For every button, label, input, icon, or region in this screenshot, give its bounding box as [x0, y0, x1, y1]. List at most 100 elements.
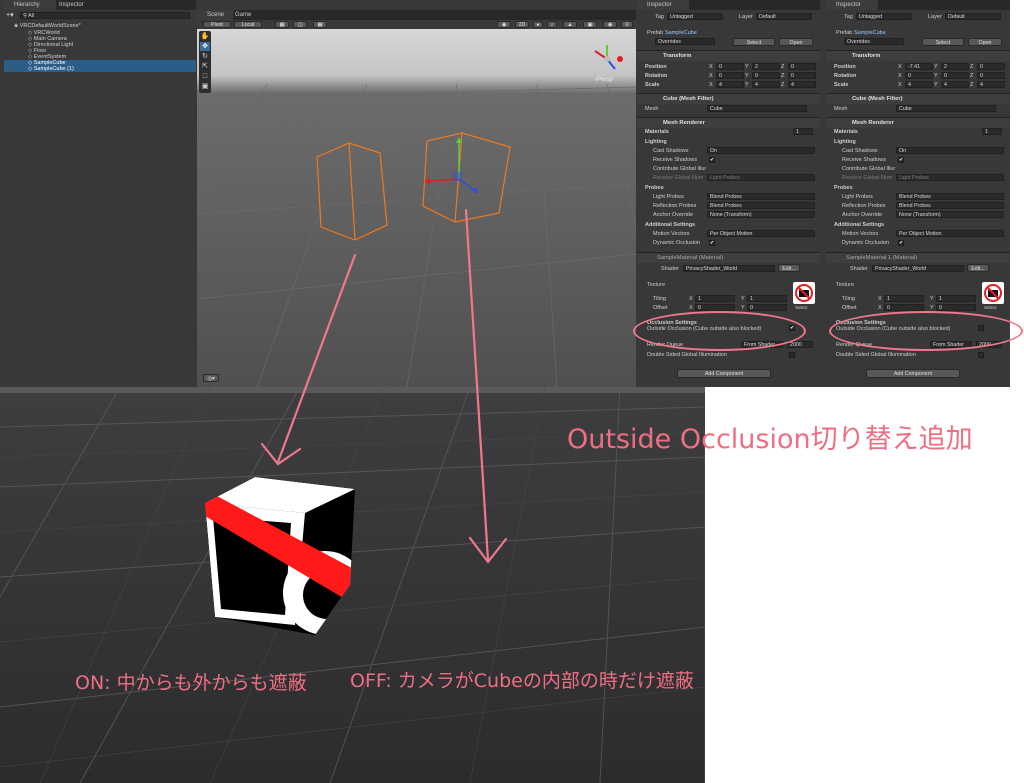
transform-header[interactable]: Transform [826, 50, 1010, 61]
overrides-dropdown[interactable]: Overrides [655, 38, 715, 45]
receive-shadows-checkbox[interactable]: ✔ [898, 157, 904, 163]
double-sided-gi-checkbox[interactable] [789, 352, 795, 358]
scale-z-field[interactable]: 4 [788, 81, 816, 88]
overrides-dropdown[interactable]: Overrides [844, 38, 904, 45]
texture-select-label[interactable]: Select [984, 305, 997, 310]
tiling-y-field[interactable]: 1 [936, 295, 976, 302]
scale-y-field[interactable]: 4 [941, 81, 969, 88]
open-button[interactable]: Open [968, 38, 1002, 46]
light-probes-dropdown[interactable]: Blend Probes [896, 193, 1004, 200]
select-button[interactable]: Select [922, 38, 964, 46]
receive-gi-dropdown[interactable]: Light Probes [707, 174, 815, 181]
scene-camera-mode-button[interactable]: ◎▾ [203, 374, 219, 382]
add-icon[interactable]: +▾ [6, 12, 16, 19]
add-component-button[interactable]: Add Component [866, 369, 960, 378]
gizmos-icon[interactable]: ◉ [603, 21, 617, 28]
open-button[interactable]: Open [779, 38, 813, 46]
prefab-value[interactable]: SampleCube [854, 30, 886, 36]
position-z-field[interactable]: 0 [788, 63, 816, 70]
position-y-field[interactable]: 2 [941, 63, 969, 70]
rotation-y-field[interactable]: 0 [941, 72, 969, 79]
mesh-renderer-header[interactable]: Mesh Renderer [826, 117, 1010, 128]
position-y-field[interactable]: 2 [752, 63, 780, 70]
layer-dropdown[interactable]: Default [945, 13, 1001, 20]
rect-tool-icon[interactable]: □ [200, 72, 210, 81]
lighting-toggle-icon[interactable]: ● [533, 21, 543, 28]
rotation-x-field[interactable]: 0 [905, 72, 933, 79]
offset-x-field[interactable]: 0 [884, 304, 924, 311]
hierarchy-item[interactable]: ◇ SampleCube (1) [4, 66, 196, 72]
grid-button[interactable]: ▦ [313, 21, 327, 28]
snap-button[interactable]: ◫ [293, 21, 307, 28]
local-dropdown[interactable]: Local [234, 21, 262, 28]
tiling-x-field[interactable]: 1 [695, 295, 735, 302]
position-x-field[interactable]: -7.41 [905, 63, 933, 70]
rotation-z-field[interactable]: 0 [977, 72, 1005, 79]
audio-toggle-icon[interactable]: ♪ [547, 21, 557, 28]
texture-select-label[interactable]: Select [795, 305, 808, 310]
anchor-override-field[interactable]: None (Transform) [896, 211, 1004, 218]
cast-shadows-dropdown[interactable]: On [707, 147, 815, 154]
reflection-probes-dropdown[interactable]: Blend Probes [707, 202, 815, 209]
persp-label[interactable]: ‹Persp [595, 77, 613, 83]
offset-y-field[interactable]: 0 [747, 304, 787, 311]
reflection-probes-dropdown[interactable]: Blend Probes [896, 202, 1004, 209]
rotation-z-field[interactable]: 0 [788, 72, 816, 79]
edit-shader-button[interactable]: Edit... [967, 264, 989, 272]
texture-thumbnail[interactable] [793, 282, 815, 304]
scene-root-row[interactable]: ◈ VRCDefaultWorldScene* [4, 23, 196, 29]
edit-shader-button[interactable]: Edit... [778, 264, 800, 272]
scene-camera-icon[interactable]: ▣ [583, 21, 597, 28]
scale-z-field[interactable]: 4 [977, 81, 1005, 88]
mesh-filter-header[interactable]: Cube (Mesh Filter) [637, 93, 820, 104]
double-sided-gi-checkbox[interactable] [978, 352, 984, 358]
effects-toggle-icon[interactable]: ▲ [563, 21, 577, 28]
mesh-renderer-header[interactable]: Mesh Renderer [637, 117, 820, 128]
transform-tool-icon[interactable]: ▣ [200, 82, 210, 91]
scale-x-field[interactable]: 4 [716, 81, 744, 88]
rotation-x-field[interactable]: 0 [716, 72, 744, 79]
hierarchy-search-input[interactable]: ⚲ All [20, 12, 190, 19]
select-button[interactable]: Select [733, 38, 775, 46]
scale-tool-icon[interactable]: ⇱ [200, 62, 210, 71]
cast-shadows-dropdown[interactable]: On [896, 147, 1004, 154]
offset-x-field[interactable]: 0 [695, 304, 735, 311]
receive-gi-dropdown[interactable]: Light Probes [896, 174, 1004, 181]
materials-count-field[interactable]: 1 [793, 128, 813, 135]
prefab-value[interactable]: SampleCube [665, 30, 697, 36]
mesh-field[interactable]: Cube [896, 105, 996, 112]
tab-game[interactable]: Game [225, 10, 261, 20]
scene-view[interactable]: Scene Game Pivot Local ▦ ◫ ▦ ◉ 2D ● ♪ ▲ … [197, 10, 636, 387]
receive-shadows-checkbox[interactable]: ✔ [709, 157, 715, 163]
move-tool-icon[interactable]: ✥ [200, 42, 210, 51]
tab-inspector[interactable]: Inspector [826, 0, 878, 10]
tag-dropdown[interactable]: Untagged [667, 13, 723, 20]
material-header[interactable]: SampleMaterial (Material) [637, 252, 820, 263]
search-scene-icon[interactable]: ⚲ [621, 21, 633, 28]
shader-dropdown[interactable]: PrivacyShader_World [683, 265, 775, 272]
mode-2d-button[interactable]: 2D [515, 21, 529, 28]
layer-dropdown[interactable]: Default [756, 13, 812, 20]
position-z-field[interactable]: 0 [977, 63, 1005, 70]
mesh-filter-header[interactable]: Cube (Mesh Filter) [826, 93, 1010, 104]
transform-header[interactable]: Transform [637, 50, 820, 61]
tab-inspector[interactable]: Inspector [637, 0, 689, 10]
dynamic-occlusion-checkbox[interactable]: ✔ [898, 240, 904, 246]
tag-dropdown[interactable]: Untagged [856, 13, 912, 20]
tiling-y-field[interactable]: 1 [747, 295, 787, 302]
rotation-y-field[interactable]: 0 [752, 72, 780, 79]
tab-inspector[interactable]: Inspector [49, 0, 99, 10]
motion-vectors-dropdown[interactable]: Per Object Motion [896, 230, 1004, 237]
motion-vectors-dropdown[interactable]: Per Object Motion [707, 230, 815, 237]
mesh-field[interactable]: Cube [707, 105, 807, 112]
hand-tool-icon[interactable]: ✋ [200, 32, 210, 41]
scale-y-field[interactable]: 4 [752, 81, 780, 88]
light-probes-dropdown[interactable]: Blend Probes [707, 193, 815, 200]
shader-dropdown[interactable]: PrivacyShader_World [872, 265, 964, 272]
rotate-tool-icon[interactable]: ↻ [200, 52, 210, 61]
anchor-override-field[interactable]: None (Transform) [707, 211, 815, 218]
material-header[interactable]: SampleMaterial 1 (Material) [826, 252, 1010, 263]
add-component-button[interactable]: Add Component [677, 369, 771, 378]
draw-mode-button[interactable]: ◉ [497, 21, 511, 28]
offset-y-field[interactable]: 0 [936, 304, 976, 311]
